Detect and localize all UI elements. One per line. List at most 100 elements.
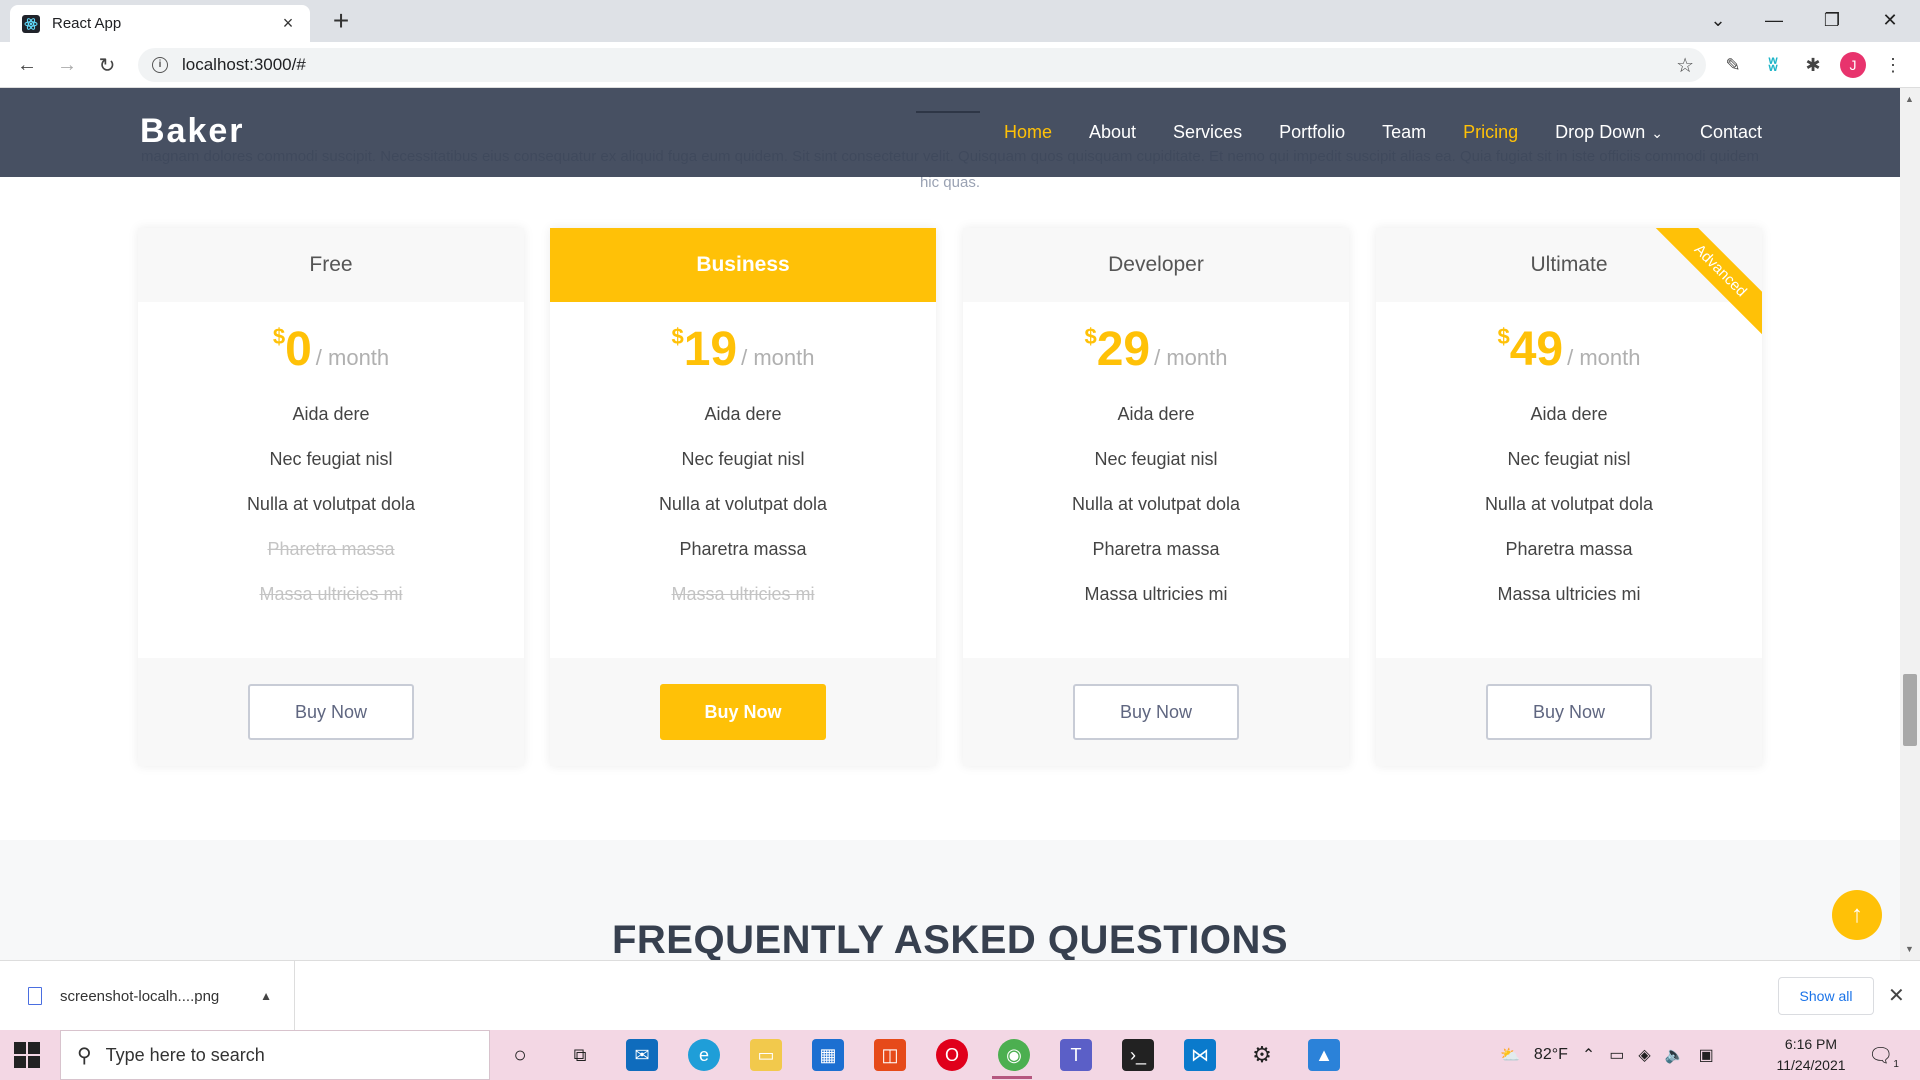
- active-app-indicator: [992, 1076, 1032, 1079]
- address-bar[interactable]: i localhost:3000/# ☆: [138, 48, 1706, 82]
- price-amount: 0: [285, 323, 312, 376]
- system-tray: ⛅ 82°F ⌃ ▭ ◈ 🔈 ▣: [1500, 1030, 1728, 1080]
- nav-contact[interactable]: Contact: [1700, 122, 1762, 143]
- opera-icon[interactable]: O: [936, 1039, 968, 1071]
- nav-services[interactable]: Services: [1173, 122, 1242, 143]
- buy-now-button[interactable]: Buy Now: [660, 684, 826, 740]
- back-to-top-button[interactable]: ↑: [1832, 890, 1882, 940]
- office-icon[interactable]: ◫: [874, 1039, 906, 1071]
- extensions-puzzle-icon[interactable]: ✱: [1800, 52, 1826, 78]
- close-tab-icon[interactable]: ×: [278, 13, 298, 34]
- windows-start-icon[interactable]: [14, 1042, 40, 1068]
- nav-portfolio[interactable]: Portfolio: [1279, 122, 1345, 143]
- tab-title: React App: [52, 15, 122, 32]
- scroll-down-arrow-icon[interactable]: ▼: [1905, 944, 1914, 954]
- card-footer: Buy Now: [550, 658, 936, 766]
- minimize-button[interactable]: —: [1746, 0, 1802, 40]
- react-logo-icon: [22, 14, 40, 33]
- edge-icon[interactable]: e: [688, 1039, 720, 1071]
- nav-pricing[interactable]: Pricing: [1463, 122, 1518, 143]
- file-icon: [28, 987, 42, 1005]
- currency-symbol: $: [671, 324, 684, 349]
- scrollbar-thumb[interactable]: [1903, 674, 1917, 746]
- price-amount: 49: [1509, 323, 1564, 376]
- mail-icon[interactable]: ✉: [626, 1039, 658, 1071]
- nav-about[interactable]: About: [1089, 122, 1136, 143]
- feature-item: Nulla at volutpat dola: [246, 494, 416, 514]
- nav-drop-down[interactable]: Drop Down ⌄: [1555, 122, 1663, 143]
- feature-list: Aida dere Nec feugiat nisl Nulla at volu…: [138, 392, 524, 617]
- extension-icon[interactable]: ʬ: [1760, 52, 1786, 78]
- volume-icon[interactable]: 🔈: [1665, 1045, 1685, 1065]
- close-icon[interactable]: ✕: [1888, 983, 1905, 1008]
- vscode-icon[interactable]: ⋈: [1184, 1039, 1216, 1071]
- scroll-up-arrow-icon[interactable]: ▲: [1905, 94, 1914, 104]
- taskbar-search[interactable]: ⚲ Type here to search: [60, 1030, 490, 1080]
- pricing-card-ultimate: Ultimate Advanced $49/ month Aida dere N…: [1376, 228, 1762, 766]
- photos-icon[interactable]: ▲: [1308, 1039, 1340, 1071]
- download-filename: screenshot-localh....png: [60, 987, 220, 1005]
- settings-gear-icon[interactable]: ⚙: [1246, 1039, 1278, 1071]
- taskbar-clock[interactable]: 6:16 PM 11/24/2021: [1766, 1034, 1856, 1076]
- currency-symbol: $: [1084, 324, 1097, 349]
- close-window-button[interactable]: ✕: [1862, 0, 1918, 40]
- file-explorer-icon[interactable]: ▭: [750, 1039, 782, 1071]
- nav-team[interactable]: Team: [1382, 122, 1426, 143]
- restore-button[interactable]: ❐: [1804, 0, 1860, 40]
- pricing-card-developer: Developer $29/ month Aida dere Nec feugi…: [963, 228, 1349, 766]
- new-tab-button[interactable]: +: [326, 6, 356, 36]
- tab-search-icon[interactable]: ⌄: [1690, 0, 1746, 40]
- chevron-up-icon[interactable]: ⌃: [1582, 1045, 1595, 1065]
- back-arrow-icon[interactable]: ←: [12, 50, 42, 80]
- feature-item-unavailable: Massa ultricies mi: [259, 584, 403, 604]
- display-icon[interactable]: ▣: [1699, 1045, 1714, 1065]
- terminal-icon[interactable]: ›_: [1122, 1039, 1154, 1071]
- clock-time: 6:16 PM: [1784, 1036, 1838, 1052]
- currency-symbol: $: [272, 324, 286, 349]
- weather-icon[interactable]: ⛅: [1500, 1045, 1520, 1065]
- feature-item: Pharetra massa: [679, 539, 807, 559]
- nav-home[interactable]: Home: [1004, 122, 1052, 143]
- feature-item: Nulla at volutpat dola: [1484, 494, 1654, 514]
- download-item[interactable]: screenshot-localh....png ▲: [0, 961, 295, 1031]
- extension-icon[interactable]: ✎: [1720, 52, 1746, 78]
- chrome-icon[interactable]: ◉: [998, 1039, 1030, 1071]
- task-view-icon[interactable]: ⧉: [564, 1039, 596, 1071]
- clock-date: 11/24/2021: [1776, 1057, 1846, 1073]
- url-text[interactable]: localhost:3000/#: [182, 55, 306, 75]
- site-info-icon[interactable]: i: [152, 57, 168, 73]
- feature-item: Nec feugiat nisl: [681, 449, 805, 469]
- search-icon: ⚲: [77, 1044, 92, 1067]
- teams-icon[interactable]: T: [1060, 1039, 1092, 1071]
- weather-temp[interactable]: 82°F: [1534, 1046, 1568, 1064]
- notification-icon[interactable]: 🗨1: [1868, 1043, 1899, 1070]
- battery-icon[interactable]: ▭: [1609, 1045, 1624, 1065]
- buy-now-button[interactable]: Buy Now: [248, 684, 414, 740]
- price-period: / month: [1567, 345, 1641, 370]
- page-scrollbar[interactable]: ▲ ▼: [1900, 88, 1920, 960]
- browser-tab-strip: React App × + ⌄ — ❐ ✕: [0, 0, 1920, 42]
- forward-arrow-icon[interactable]: →: [52, 50, 82, 80]
- browser-tab[interactable]: React App ×: [10, 5, 310, 42]
- show-all-button[interactable]: Show all: [1778, 977, 1874, 1015]
- reload-icon[interactable]: ↻: [92, 50, 122, 80]
- feature-item: Aida dere: [704, 404, 782, 424]
- store-icon[interactable]: ▦: [812, 1039, 844, 1071]
- feature-list: Aida dere Nec feugiat nisl Nulla at volu…: [963, 392, 1349, 617]
- nav-drop-down-label: Drop Down: [1555, 122, 1646, 142]
- chevron-up-icon[interactable]: ▲: [260, 989, 272, 1003]
- bookmark-star-icon[interactable]: ☆: [1676, 53, 1694, 78]
- buy-now-button[interactable]: Buy Now: [1073, 684, 1239, 740]
- card-footer: Buy Now: [963, 658, 1349, 766]
- faq-heading: FREQUENTLY ASKED QUESTIONS: [611, 918, 1289, 960]
- site-logo[interactable]: Baker: [140, 112, 245, 151]
- feature-list: Aida dere Nec feugiat nisl Nulla at volu…: [550, 392, 936, 617]
- cortana-icon[interactable]: ○: [504, 1039, 536, 1071]
- browser-menu-icon[interactable]: ⋮: [1880, 52, 1906, 78]
- windows-taskbar: ⚲ Type here to search ○ ⧉ ✉ e ▭ ▦ ◫ O ◉ …: [0, 1030, 1920, 1080]
- plan-price: $0/ month: [138, 302, 524, 386]
- plan-name: Developer: [963, 228, 1349, 302]
- profile-avatar[interactable]: J: [1840, 52, 1866, 78]
- buy-now-button[interactable]: Buy Now: [1486, 684, 1652, 740]
- network-icon[interactable]: ◈: [1638, 1045, 1650, 1065]
